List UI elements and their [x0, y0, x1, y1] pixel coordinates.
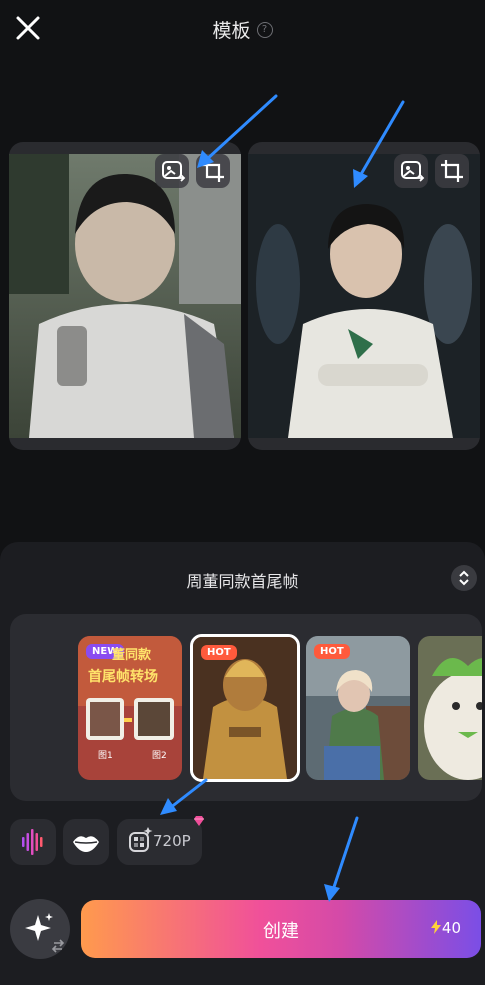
hd-sparkle-icon	[129, 827, 153, 852]
credits-cost: 40	[430, 919, 461, 937]
thumb-caption-line2: 首尾帧转场	[88, 669, 158, 685]
young-man-photo	[248, 154, 480, 438]
premium-gem-icon	[194, 816, 204, 826]
thumb-caption-line1: 董同款	[112, 648, 152, 663]
photo-card-2[interactable]	[248, 142, 480, 450]
template-thumb-3[interactable]: HOT	[306, 636, 410, 780]
lip-sync-button[interactable]	[63, 819, 109, 865]
thumb-label-b: 图2	[152, 751, 167, 761]
help-icon[interactable]: ?	[256, 21, 273, 38]
audio-button[interactable]	[10, 819, 56, 865]
image-swap-icon	[162, 161, 186, 182]
create-label: 创建	[263, 921, 299, 942]
crop-button-2[interactable]	[435, 154, 469, 188]
photo-card-1[interactable]	[9, 142, 241, 450]
replace-photo-button-2[interactable]	[394, 154, 428, 188]
hot-badge: HOT	[201, 645, 237, 660]
lightning-icon	[430, 920, 441, 934]
crop-icon	[202, 160, 224, 182]
template-thumb-4[interactable]	[418, 636, 482, 780]
sound-wave-icon	[22, 829, 43, 855]
template-strip[interactable]: NEW 董同款 首尾帧转场 图1 图2 HOT HOT	[10, 614, 482, 801]
template-name: 周董同款首尾帧	[186, 572, 299, 591]
create-button[interactable]: 创建 40	[81, 900, 481, 958]
sparkle-icon	[25, 913, 65, 953]
child-photo	[9, 154, 241, 438]
image-swap-icon	[401, 161, 425, 182]
resolution-button[interactable]: 720P	[117, 816, 204, 865]
thumb-label-a: 图1	[98, 751, 113, 761]
resolution-label: 720P	[153, 832, 191, 850]
page-title-text: 模板	[212, 20, 251, 42]
page-title: 模板?	[0, 16, 485, 43]
chevron-up-down-icon	[459, 570, 469, 586]
cat-thumbnail	[418, 636, 482, 780]
ai-magic-button[interactable]	[10, 899, 70, 959]
template-thumb-2[interactable]: HOT	[190, 634, 300, 782]
hot-badge-2: HOT	[314, 644, 350, 659]
expand-toggle-button[interactable]	[451, 565, 477, 591]
crop-icon	[441, 160, 463, 182]
crop-button[interactable]	[196, 154, 230, 188]
lips-icon	[73, 836, 99, 852]
template-thumb-1[interactable]: NEW 董同款 首尾帧转场 图1 图2	[78, 636, 182, 780]
credits-value: 40	[441, 919, 461, 937]
top-bar: 模板?	[0, 0, 485, 60]
replace-photo-button[interactable]	[155, 154, 189, 188]
